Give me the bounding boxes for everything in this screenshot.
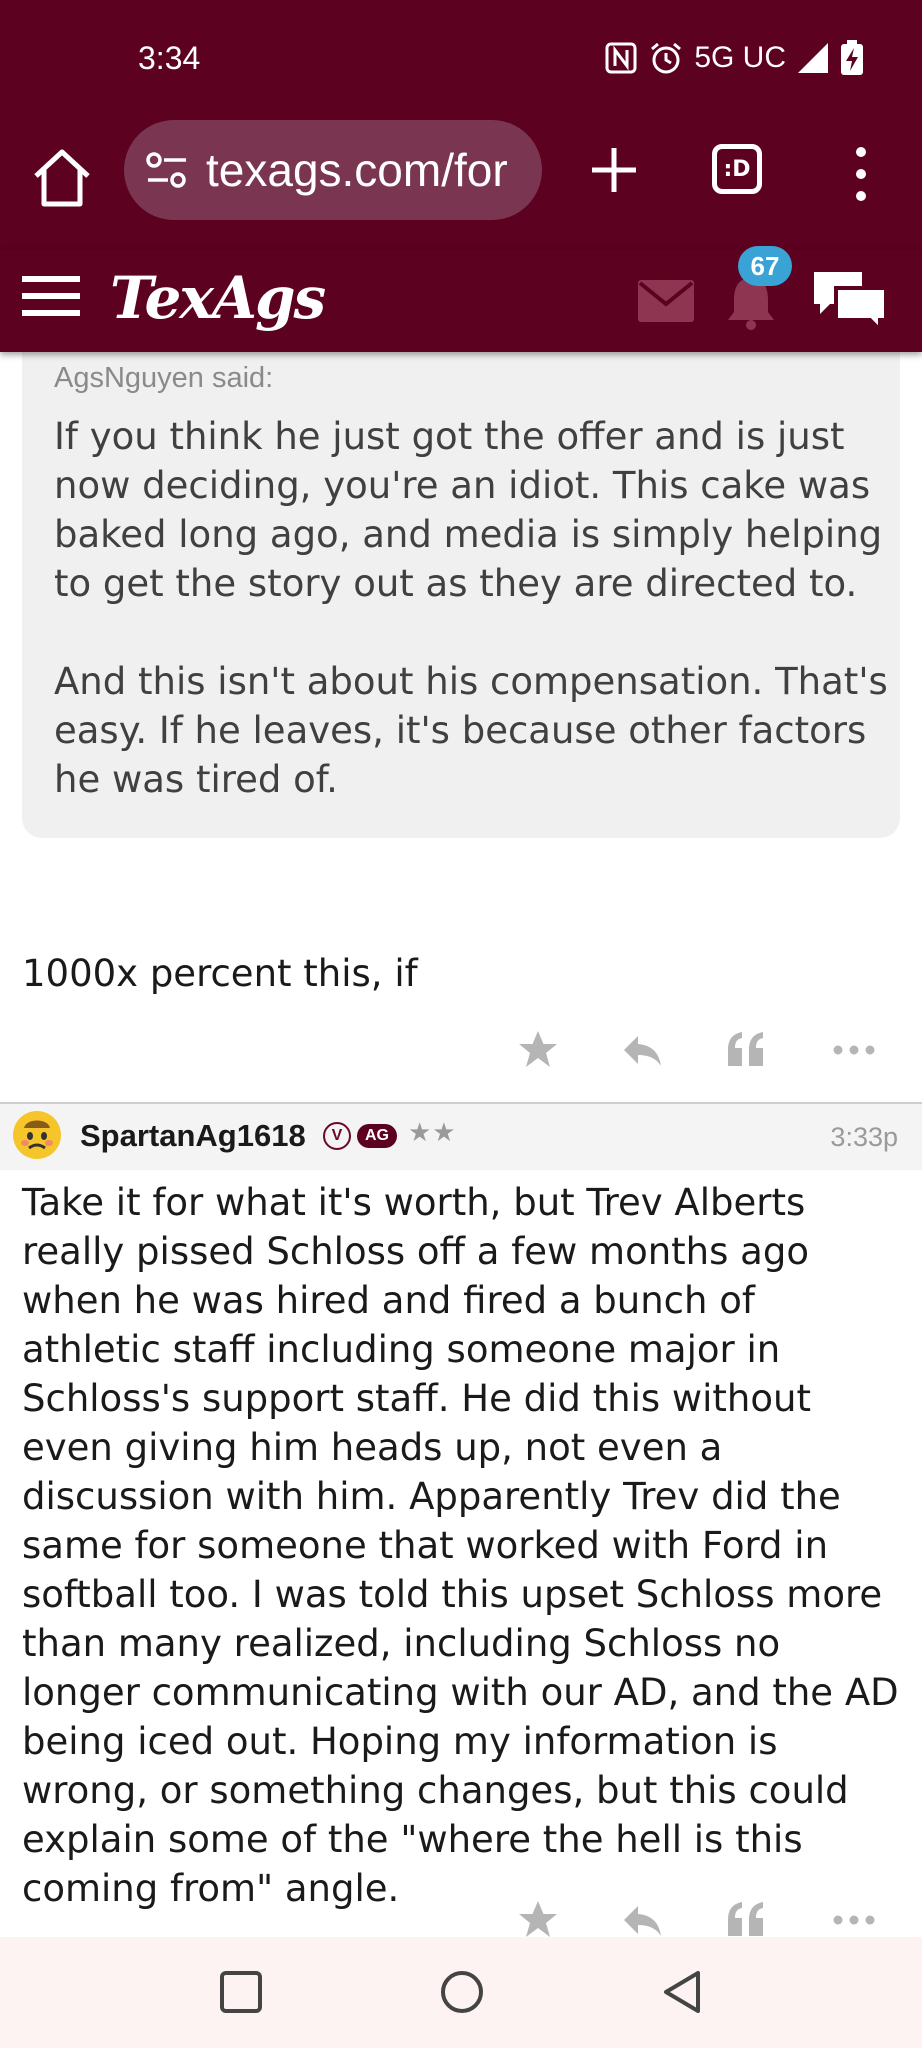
hamburger-menu-icon[interactable] — [22, 274, 80, 318]
signal-icon — [798, 43, 828, 73]
user-rating-stars: ★★ — [408, 1118, 457, 1148]
home-icon[interactable] — [28, 144, 96, 212]
username[interactable]: SpartanAg1618 — [80, 1118, 306, 1154]
network-type: 5G UC — [694, 41, 786, 74]
site-header: TexAgs 67 — [0, 246, 922, 352]
overflow-menu-icon[interactable] — [846, 144, 876, 204]
status-bar: 3:34 5G UC — [0, 0, 922, 120]
notification-count-badge[interactable]: 67 — [738, 246, 792, 286]
star-icon[interactable] — [516, 1898, 560, 1937]
tabs-icon[interactable]: :D — [712, 144, 762, 194]
post-actions-2 — [0, 1898, 922, 1937]
post-text: Take it for what it's worth, but Trev Al… — [22, 1181, 899, 1910]
reply-icon[interactable] — [620, 1028, 664, 1072]
post-timestamp: 3:33p — [830, 1122, 898, 1152]
url-text[interactable]: texags.com/for — [206, 143, 508, 197]
thread-content: AgsNguyen said: If you think he just got… — [0, 352, 922, 1937]
star-icon[interactable] — [516, 1028, 560, 1072]
recents-icon[interactable] — [216, 1967, 266, 2017]
back-icon[interactable] — [658, 1967, 708, 2017]
system-nav-bar — [0, 1937, 922, 2048]
quote-author: AgsNguyen said: — [54, 362, 274, 394]
quote-icon[interactable] — [724, 1028, 768, 1072]
ag-badge: AG — [357, 1124, 397, 1148]
nfc-icon — [605, 42, 637, 74]
texags-logo[interactable]: TexAgs — [110, 264, 326, 332]
alarm-icon — [651, 42, 682, 74]
post-header: SpartanAg1618 V AG ★★ 3:33p — [0, 1104, 922, 1170]
mail-icon[interactable] — [638, 280, 694, 322]
status-icons: 5G UC — [604, 40, 864, 76]
battery-charging-icon — [841, 40, 863, 75]
chat-icon[interactable] — [812, 268, 888, 334]
status-time: 3:34 — [138, 40, 201, 76]
reply-text: 1000x percent this, if — [22, 952, 418, 995]
more-icon[interactable] — [832, 1898, 876, 1937]
verified-badge: V — [323, 1122, 351, 1150]
more-icon[interactable] — [832, 1028, 876, 1072]
post-actions — [0, 1028, 922, 1088]
quote-block: AgsNguyen said: If you think he just got… — [22, 352, 900, 838]
site-settings-icon[interactable] — [144, 150, 190, 190]
reply-icon[interactable] — [620, 1898, 664, 1937]
url-bar[interactable]: texags.com/for — [124, 120, 542, 220]
new-tab-icon[interactable] — [584, 140, 644, 200]
avatar[interactable] — [12, 1110, 62, 1160]
quote-text: If you think he just got the offer and i… — [54, 415, 888, 801]
home-circle-icon[interactable] — [437, 1967, 487, 2017]
quote-icon[interactable] — [724, 1898, 768, 1937]
